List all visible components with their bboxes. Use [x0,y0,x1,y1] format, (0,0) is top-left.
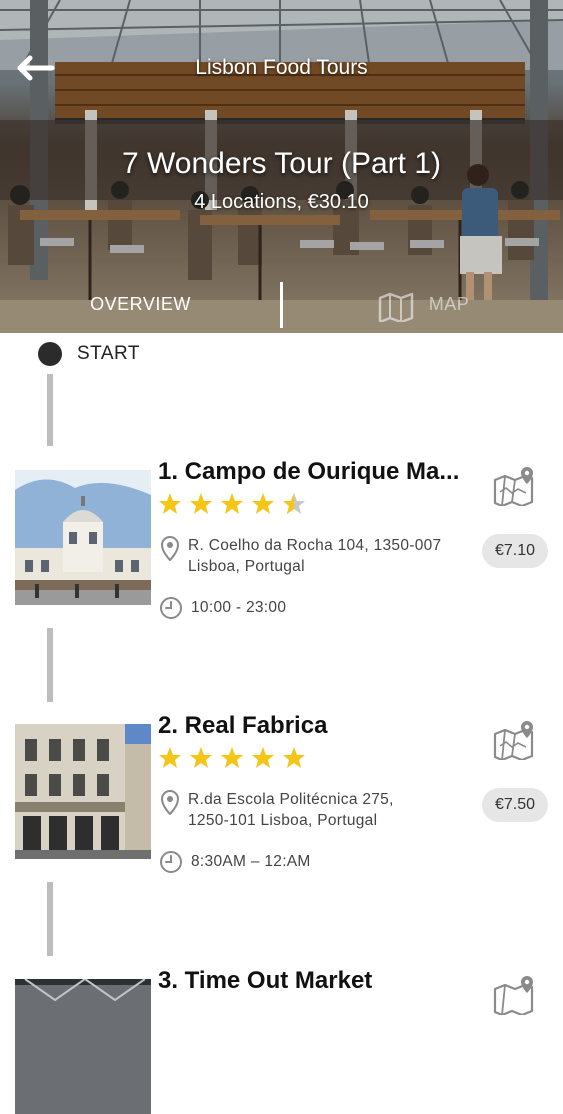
app-title: Lisbon Food Tours [195,56,368,79]
star-icon [159,493,181,514]
stop-1-title[interactable]: 1. Campo de Ourique Ma... [158,458,488,486]
stop-2-price-badge: €7.50 [482,788,548,822]
location-pin-icon [160,789,180,815]
stop-2-photo [15,724,151,859]
star-icon [252,493,274,514]
star-icon [159,747,181,768]
stop-1-address-line1: R. Coelho da Rocha 104, 1350-007 [188,537,442,554]
star-icon [190,747,212,768]
clock-icon [160,597,182,619]
stop-3-map-button[interactable] [492,975,536,1017]
stop-1-price-badge: €7.10 [482,534,548,568]
stop-2-address-line2: 1250-101 Lisboa, Portugal [188,812,378,829]
map-pin-icon [493,976,534,1017]
tab-map[interactable]: MAP [283,276,563,333]
star-half-icon [283,493,305,514]
stop-2-title[interactable]: 2. Real Fabrica [158,712,488,740]
tab-bar: OVERVIEW MAP [0,276,563,333]
stop-2-rating [158,746,306,769]
stop-2-address: R.da Escola Politécnica 275, 1250-101 Li… [188,789,394,831]
timeline-connector [47,374,53,446]
stop-2-map-button[interactable] [492,720,536,762]
star-icon [221,747,243,768]
star-icon [221,493,243,514]
stop-3-title[interactable]: 3. Time Out Market [158,967,488,995]
stop-2-address-line1: R.da Escola Politécnica 275, [188,791,394,808]
start-marker [38,342,62,366]
tour-hero: Lisbon Food Tours 7 Wonders Tour (Part 1… [0,0,563,333]
stop-1-hours: 10:00 - 23:00 [191,599,287,616]
timeline-connector [47,628,53,702]
star-icon [190,493,212,514]
star-icon [283,747,305,768]
star-icon [252,747,274,768]
start-label: START [77,343,141,364]
tab-overview[interactable]: OVERVIEW [0,276,281,333]
stop-1-photo [15,470,151,605]
stop-2-hours: 8:30AM – 12:AM [191,853,311,870]
timeline-connector [47,882,53,956]
map-pin-icon [493,721,534,762]
tab-overview-label: OVERVIEW [90,294,191,314]
stop-1-rating [158,492,306,515]
tab-map-label: MAP [428,294,470,314]
map-pin-icon [493,467,534,508]
tour-meta: 4 Locations, €30.10 [194,191,369,213]
clock-icon [160,851,182,873]
stop-1-map-button[interactable] [492,466,536,508]
map-icon [378,292,413,322]
stop-1-address: R. Coelho da Rocha 104, 1350-007 Lisboa,… [188,535,441,577]
tour-name: 7 Wonders Tour (Part 1) [121,147,442,180]
stop-3-photo [15,979,151,1114]
location-pin-icon [160,535,180,561]
stop-1-address-line2: Lisboa, Portugal [188,558,305,575]
